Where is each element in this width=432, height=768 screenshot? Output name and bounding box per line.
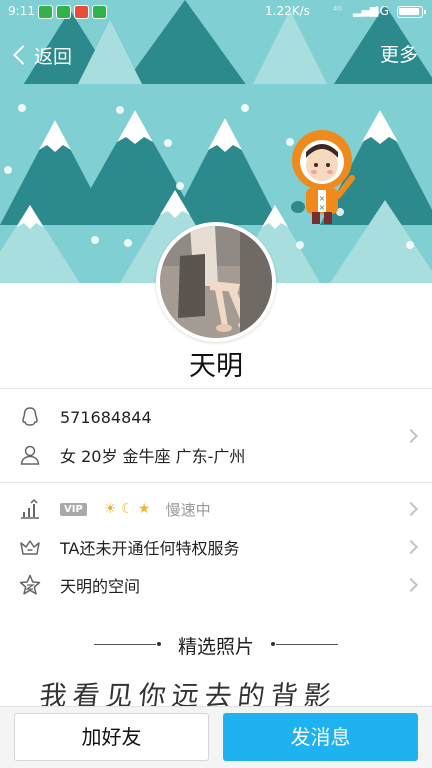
title-rule [94,644,156,645]
level-row[interactable]: VIP ☀ ☾ ★ 慢速中 [0,490,432,528]
level-chart-icon [21,498,39,519]
qzone-row[interactable]: 天明的空间 [0,566,432,604]
app-notification-icon [92,5,107,19]
profile-name: 天明 [189,351,243,382]
star-outline-icon [19,574,41,595]
divider [0,388,432,389]
back-button[interactable]: 返回 [10,40,72,70]
level-icons: ☀ ☾ ★ [104,501,151,517]
level-info: VIP ☀ ☾ ★ 慢速中 [60,499,211,520]
chevron-right-icon [403,501,419,517]
chevron-left-icon [13,45,33,65]
network-speed: 1.22K/s [265,4,310,18]
notification-icons [38,5,107,19]
divider [0,482,432,483]
app-notification-icon [56,5,71,19]
more-button[interactable]: 更多 [380,40,418,70]
chevron-right-icon [403,577,419,593]
speed-status: 慢速中 [165,500,211,519]
title-rule [276,644,338,645]
star-icon: ★ [137,501,151,517]
signal-icon: ⁴⁰ [333,4,342,17]
penguin-icon [22,407,38,426]
app-notification-icon [38,5,53,19]
profile-details-row[interactable]: 女 20岁 金牛座 广东-广州 [0,436,432,474]
chevron-right-icon [403,539,419,555]
status-bar: 9:11 1.22K/s ⁴⁰ ▂▄▆ 4G [0,0,432,24]
avatar-photo [160,226,272,338]
featured-photos-title: 精选照片 [177,636,254,658]
profile-details: 女 20岁 金牛座 广东-广州 [60,447,246,466]
title-dot [271,642,275,646]
title-dot [157,642,161,646]
vip-badge: VIP [60,502,87,516]
avatar[interactable] [156,222,276,342]
privilege-service-row[interactable]: TA还未开通任何特权服务 [0,528,432,566]
add-friend-button[interactable]: 加好友 [14,713,209,761]
qq-number-row[interactable]: 571684844 [0,398,432,436]
bottom-action-bar: 加好友 发消息 [0,706,432,768]
status-time: 9:11 [8,4,35,18]
person-icon [20,445,40,465]
qq-number: 571684844 [60,407,152,427]
qzone-text: 天明的空间 [60,577,141,596]
app-notification-icon [74,5,89,19]
featured-photos-header: 精选照片 [0,632,432,658]
sun-icon: ☀ [103,501,117,517]
svg-text:×: × [319,194,326,203]
send-message-button[interactable]: 发消息 [223,713,418,761]
svg-text:×: × [319,203,326,212]
crown-icon [20,540,40,555]
moon-icon: ☾ [120,501,134,517]
privilege-service-text: TA还未开通任何特权服务 [60,539,240,558]
back-label: 返回 [34,45,73,68]
battery-icon [397,6,426,18]
network-type: 4G [372,4,389,18]
